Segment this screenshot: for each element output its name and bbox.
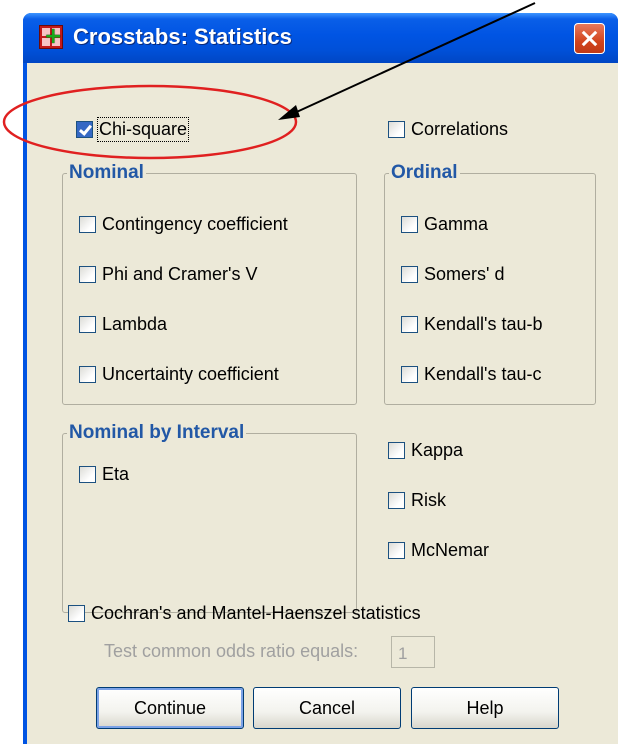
checkbox-icon[interactable] bbox=[79, 266, 96, 283]
risk-checkbox[interactable]: Risk bbox=[388, 490, 446, 511]
checkbox-icon[interactable] bbox=[401, 216, 418, 233]
odds-ratio-label: Test common odds ratio equals: bbox=[104, 641, 359, 661]
nominal-by-interval-legend: Nominal by Interval bbox=[67, 422, 247, 444]
dialog-body: Chi-square Correlations Nominal Continge… bbox=[27, 63, 618, 744]
kendalls-tau-b-checkbox[interactable]: Kendall's tau-b bbox=[401, 314, 543, 335]
app-icon: + bbox=[39, 25, 63, 49]
checkbox-checked-icon[interactable] bbox=[76, 121, 93, 138]
correlations-checkbox[interactable]: Correlations bbox=[388, 119, 508, 140]
dialog-title: Crosstabs: Statistics bbox=[73, 24, 292, 49]
checkbox-icon[interactable] bbox=[388, 121, 405, 138]
checkbox-label: Eta bbox=[102, 464, 130, 484]
checkbox-icon[interactable] bbox=[401, 316, 418, 333]
checkbox-label: Contingency coefficient bbox=[102, 214, 288, 234]
chi-square-label: Chi-square bbox=[96, 117, 190, 142]
checkbox-icon[interactable] bbox=[68, 605, 85, 622]
checkbox-label: McNemar bbox=[411, 540, 490, 560]
checkbox-label: Kendall's tau-b bbox=[424, 314, 543, 334]
cancel-button[interactable]: Cancel bbox=[253, 687, 401, 729]
odds-ratio-input[interactable]: 1 bbox=[391, 636, 435, 668]
kendalls-tau-c-checkbox[interactable]: Kendall's tau-c bbox=[401, 364, 542, 385]
cmh-label: Cochran's and Mantel-Haenszel statistics bbox=[91, 603, 421, 623]
phi-cramers-v-checkbox[interactable]: Phi and Cramer's V bbox=[79, 264, 258, 285]
checkbox-icon[interactable] bbox=[79, 366, 96, 383]
checkbox-label: Lambda bbox=[102, 314, 168, 334]
gamma-checkbox[interactable]: Gamma bbox=[401, 214, 488, 235]
contingency-coefficient-checkbox[interactable]: Contingency coefficient bbox=[79, 214, 288, 235]
checkbox-icon[interactable] bbox=[79, 466, 96, 483]
nominal-group: Nominal Contingency coefficient Phi and … bbox=[62, 162, 357, 405]
mcnemar-checkbox[interactable]: McNemar bbox=[388, 540, 489, 561]
lambda-checkbox[interactable]: Lambda bbox=[79, 314, 167, 335]
checkbox-icon[interactable] bbox=[79, 216, 96, 233]
crosstabs-statistics-dialog: + Crosstabs: Statistics Chi-square Corre… bbox=[23, 13, 618, 744]
checkbox-icon[interactable] bbox=[388, 542, 405, 559]
nominal-legend: Nominal bbox=[67, 162, 146, 184]
close-icon[interactable] bbox=[574, 23, 605, 54]
checkbox-label: Phi and Cramer's V bbox=[102, 264, 258, 284]
checkbox-icon[interactable] bbox=[388, 442, 405, 459]
ordinal-group: Ordinal Gamma Somers' d Kendall's tau-b … bbox=[384, 162, 596, 405]
help-button[interactable]: Help bbox=[411, 687, 559, 729]
checkbox-label: Gamma bbox=[424, 214, 489, 234]
somers-d-checkbox[interactable]: Somers' d bbox=[401, 264, 504, 285]
checkbox-label: Kendall's tau-c bbox=[424, 364, 542, 384]
title-bar[interactable]: + Crosstabs: Statistics bbox=[23, 13, 618, 63]
checkbox-icon[interactable] bbox=[388, 492, 405, 509]
checkbox-icon[interactable] bbox=[401, 266, 418, 283]
cmh-checkbox[interactable]: Cochran's and Mantel-Haenszel statistics bbox=[68, 603, 421, 624]
checkbox-label: Kappa bbox=[411, 440, 464, 460]
correlations-label: Correlations bbox=[411, 119, 509, 139]
nominal-by-interval-group: Nominal by Interval Eta bbox=[62, 422, 357, 613]
kappa-checkbox[interactable]: Kappa bbox=[388, 440, 463, 461]
uncertainty-coefficient-checkbox[interactable]: Uncertainty coefficient bbox=[79, 364, 279, 385]
checkbox-icon[interactable] bbox=[401, 366, 418, 383]
checkbox-label: Risk bbox=[411, 490, 446, 510]
continue-button[interactable]: Continue bbox=[96, 687, 244, 729]
chi-square-checkbox[interactable]: Chi-square bbox=[76, 117, 190, 142]
ordinal-legend: Ordinal bbox=[389, 162, 460, 184]
eta-checkbox[interactable]: Eta bbox=[79, 464, 129, 485]
checkbox-label: Somers' d bbox=[424, 264, 505, 284]
checkbox-label: Uncertainty coefficient bbox=[102, 364, 279, 384]
checkbox-icon[interactable] bbox=[79, 316, 96, 333]
